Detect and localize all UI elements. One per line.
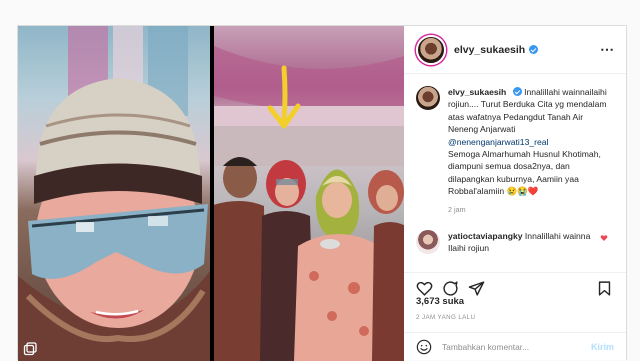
selfie-illustration xyxy=(18,26,210,361)
avatar[interactable] xyxy=(416,34,446,65)
instagram-post: elvy_sukaesih ⋯ elvy_sukaesih Innalillah… xyxy=(17,25,627,361)
caption-body: elvy_sukaesih Innalillahi wainnailaihi r… xyxy=(448,86,614,216)
comment-input[interactable] xyxy=(440,341,584,353)
photo-selfie xyxy=(18,26,210,361)
avatar[interactable] xyxy=(416,86,440,110)
username[interactable]: elvy_sukaesih xyxy=(454,44,525,56)
more-options-icon[interactable]: ⋯ xyxy=(600,41,614,58)
post-date[interactable]: 2 JAM YANG LALU xyxy=(416,314,475,321)
comment-icon[interactable] xyxy=(442,280,459,297)
caption: elvy_sukaesih Innalillahi wainnailaihi r… xyxy=(416,86,614,216)
list-item: yatioctaviapangky Innalillahi wainna Ila… xyxy=(416,230,614,255)
save-icon[interactable] xyxy=(596,280,613,297)
group-illustration xyxy=(214,46,404,361)
post-sidebar: elvy_sukaesih ⋯ elvy_sukaesih Innalillah… xyxy=(404,26,626,361)
verified-badge-icon xyxy=(512,87,522,96)
post-media[interactable] xyxy=(18,26,404,361)
heart-icon[interactable] xyxy=(416,280,433,297)
post-comment-button[interactable]: Kirim xyxy=(591,342,614,352)
heart-icon[interactable] xyxy=(600,234,608,242)
caption-username[interactable]: elvy_sukaesih xyxy=(448,87,506,97)
caption-emoji: 😢😭❤️ xyxy=(506,186,539,197)
share-icon[interactable] xyxy=(468,280,485,297)
caption-time[interactable]: 2 jam xyxy=(448,204,614,216)
photo-group xyxy=(214,26,404,361)
comments-section: elvy_sukaesih Innalillahi wainnailaihi r… xyxy=(404,74,626,284)
emoji-icon[interactable] xyxy=(416,339,432,355)
comment-body: yatioctaviapangky Innalillahi wainna Ila… xyxy=(448,230,608,255)
avatar[interactable] xyxy=(416,230,440,255)
verified-badge-icon xyxy=(529,45,539,54)
like-count[interactable]: 3,673 suka xyxy=(416,296,464,307)
caption-mention[interactable]: @nenenganjarwati13_real xyxy=(448,137,548,147)
multi-photo-icon xyxy=(23,342,37,356)
post-header: elvy_sukaesih ⋯ xyxy=(404,26,626,74)
comment-bar: Kirim xyxy=(404,332,626,361)
comment-username[interactable]: yatioctaviapangky xyxy=(448,231,523,241)
